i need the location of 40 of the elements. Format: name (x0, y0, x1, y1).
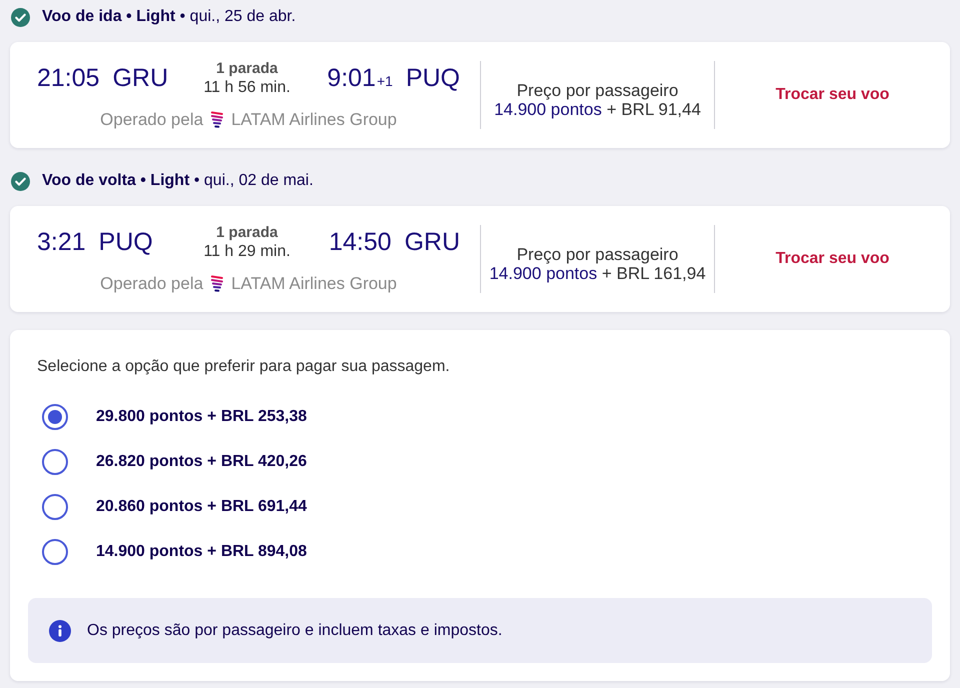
payment-option-label[interactable]: 14.900 pontos + BRL 894,08 (96, 543, 307, 561)
radio-button[interactable] (42, 539, 68, 565)
airline-logo-icon (211, 275, 224, 293)
airline-logo-icon (211, 111, 224, 129)
arrival-time: 9:01 (327, 64, 376, 92)
radio-button[interactable] (42, 494, 68, 520)
check-circle-icon (11, 8, 30, 26)
change-flight-button[interactable]: Trocar seu voo (770, 246, 896, 272)
arrival-airport: GRU (404, 228, 460, 256)
payment-option-label[interactable]: 26.820 pontos + BRL 420,26 (96, 453, 307, 471)
duration-label: 11 h 29 min. (204, 242, 290, 260)
departure-time: 3:21 (37, 228, 86, 256)
flight-heading: Voo de volta • Light • qui., 02 de mai. (42, 172, 314, 190)
change-flight-button[interactable]: Trocar seu voo (770, 82, 896, 108)
info-icon (49, 620, 71, 642)
payment-option-label[interactable]: 29.800 pontos + BRL 253,38 (96, 408, 307, 426)
price-value: 14.900 pontos + BRL 91,44 (494, 100, 701, 119)
airline-name: LATAM Airlines Group (231, 274, 397, 294)
day-offset: +1 (376, 72, 393, 88)
price-label: Preço por passageiro (516, 81, 678, 100)
payment-option-label[interactable]: 20.860 pontos + BRL 691,44 (96, 498, 307, 516)
notice-text: Os preços são por passageiro e incluem taxas e impostos. (87, 622, 502, 640)
radio-button[interactable] (42, 449, 68, 475)
arrival-time: 14:50 (328, 228, 392, 256)
radio-button[interactable] (42, 404, 68, 430)
arrival-airport: PUQ (406, 64, 460, 92)
price-value: 14.900 pontos + BRL 161,94 (489, 264, 706, 283)
payment-prompt: Selecione a opção que preferir para pagar sua passagem. (36, 357, 450, 377)
departure-airport: GRU (112, 64, 168, 92)
operated-by-label: Operado pela (100, 274, 204, 294)
duration-label: 11 h 56 min. (204, 78, 290, 96)
airline-name: LATAM Airlines Group (231, 110, 397, 130)
price-label: Preço por passageiro (516, 245, 678, 264)
stops-label: 1 parada (216, 60, 278, 78)
operated-by-label: Operado pela (100, 110, 204, 130)
departure-airport: PUQ (98, 228, 153, 256)
check-circle-icon (11, 172, 30, 190)
stops-label: 1 parada (216, 224, 278, 242)
flight-heading: Voo de ida • Light • qui., 25 de abr. (42, 8, 296, 26)
departure-time: 21:05 (37, 64, 100, 92)
